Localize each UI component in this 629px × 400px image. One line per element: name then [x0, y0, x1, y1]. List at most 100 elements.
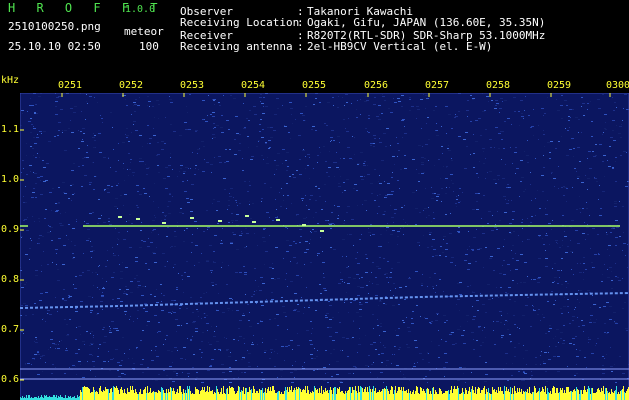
noise-speck	[390, 112, 393, 113]
noise-speck	[201, 352, 203, 353]
amplitude-bar	[466, 390, 467, 400]
amplitude-bar	[569, 392, 570, 400]
amplitude-bar	[618, 392, 619, 400]
noise-speck	[27, 217, 28, 218]
noise-speck	[535, 158, 536, 159]
noise-speck	[451, 160, 453, 161]
noise-speck	[226, 120, 229, 121]
amplitude-bar	[326, 391, 327, 400]
amplitude-bar	[537, 392, 538, 400]
noise-speck	[335, 332, 338, 333]
noise-speck	[558, 188, 559, 189]
noise-speck	[570, 240, 571, 241]
amplitude-bar	[295, 390, 296, 400]
noise-speck	[222, 262, 223, 263]
noise-speck	[399, 188, 400, 189]
amplitude-bar	[284, 391, 285, 400]
noise-speck	[72, 253, 74, 254]
noise-speck	[34, 143, 37, 144]
noise-speck	[365, 335, 366, 336]
amplitude-bar	[456, 389, 457, 400]
noise-speck	[317, 301, 319, 302]
noise-speck	[233, 234, 236, 235]
noise-speck	[614, 102, 616, 103]
noise-speck	[191, 184, 194, 185]
noise-speck	[21, 237, 22, 238]
noise-speck	[424, 208, 427, 209]
noise-speck	[504, 324, 505, 325]
noise-speck	[489, 171, 492, 172]
noise-speck	[62, 264, 65, 265]
noise-speck	[387, 183, 390, 184]
noise-speck	[448, 150, 451, 151]
amplitude-bar	[360, 386, 361, 400]
noise-speck	[422, 298, 425, 299]
noise-speck	[514, 152, 517, 153]
amplitude-bar	[413, 390, 414, 400]
noise-speck	[523, 371, 524, 372]
noise-speck	[228, 356, 231, 357]
noise-speck	[158, 104, 160, 105]
noise-speck	[562, 343, 565, 344]
noise-speck	[24, 219, 27, 220]
noise-speck	[263, 228, 266, 229]
noise-speck	[290, 108, 293, 109]
noise-speck	[89, 96, 92, 97]
amplitude-bar	[111, 388, 112, 400]
noise-speck	[221, 364, 224, 365]
noise-speck	[249, 326, 252, 327]
noise-speck	[559, 277, 560, 278]
noise-speck	[522, 241, 523, 242]
noise-speck	[458, 232, 460, 233]
noise-speck	[581, 132, 582, 133]
noise-speck	[405, 286, 407, 287]
noise-speck	[271, 292, 273, 293]
noise-speck	[156, 155, 158, 156]
noise-speck	[618, 280, 621, 281]
noise-speck	[133, 363, 135, 364]
noise-speck	[571, 227, 572, 228]
noise-speck	[625, 328, 628, 329]
noise-speck	[25, 315, 27, 316]
noise-speck	[551, 173, 552, 174]
noise-speck	[225, 149, 227, 150]
noise-speck	[42, 319, 43, 320]
noise-speck	[221, 132, 224, 133]
noise-speck	[599, 307, 601, 308]
amplitude-bar	[439, 388, 440, 400]
noise-speck	[425, 188, 426, 189]
noise-speck	[368, 132, 370, 133]
noise-speck	[56, 253, 57, 254]
amplitude-bar	[361, 387, 362, 400]
amplitude-bar	[283, 394, 284, 400]
noise-speck	[113, 255, 116, 256]
noise-speck	[426, 98, 429, 99]
noise-speck	[353, 373, 354, 374]
noise-speck	[472, 319, 475, 320]
noise-speck	[530, 127, 532, 128]
amplitude-bar	[613, 393, 614, 400]
noise-speck	[69, 367, 70, 368]
axis-unit-label: kHz	[1, 75, 20, 86]
amplitude-bar	[79, 396, 80, 400]
noise-speck	[337, 107, 339, 108]
noise-speck	[313, 358, 316, 359]
noise-speck	[36, 113, 38, 114]
noise-speck	[58, 130, 60, 131]
noise-speck	[333, 162, 336, 163]
noise-speck	[277, 325, 279, 326]
noise-speck	[386, 227, 389, 228]
noise-speck	[193, 354, 195, 355]
amplitude-bar	[318, 393, 319, 400]
noise-speck	[451, 158, 452, 159]
noise-speck	[495, 127, 498, 128]
amplitude-bar	[436, 392, 437, 400]
noise-speck	[38, 96, 41, 97]
noise-speck	[60, 213, 61, 214]
noise-speck	[259, 131, 261, 132]
noise-speck	[93, 162, 94, 163]
noise-speck	[229, 298, 232, 299]
noise-speck	[172, 311, 173, 312]
noise-speck	[141, 222, 142, 223]
noise-speck	[408, 278, 411, 279]
